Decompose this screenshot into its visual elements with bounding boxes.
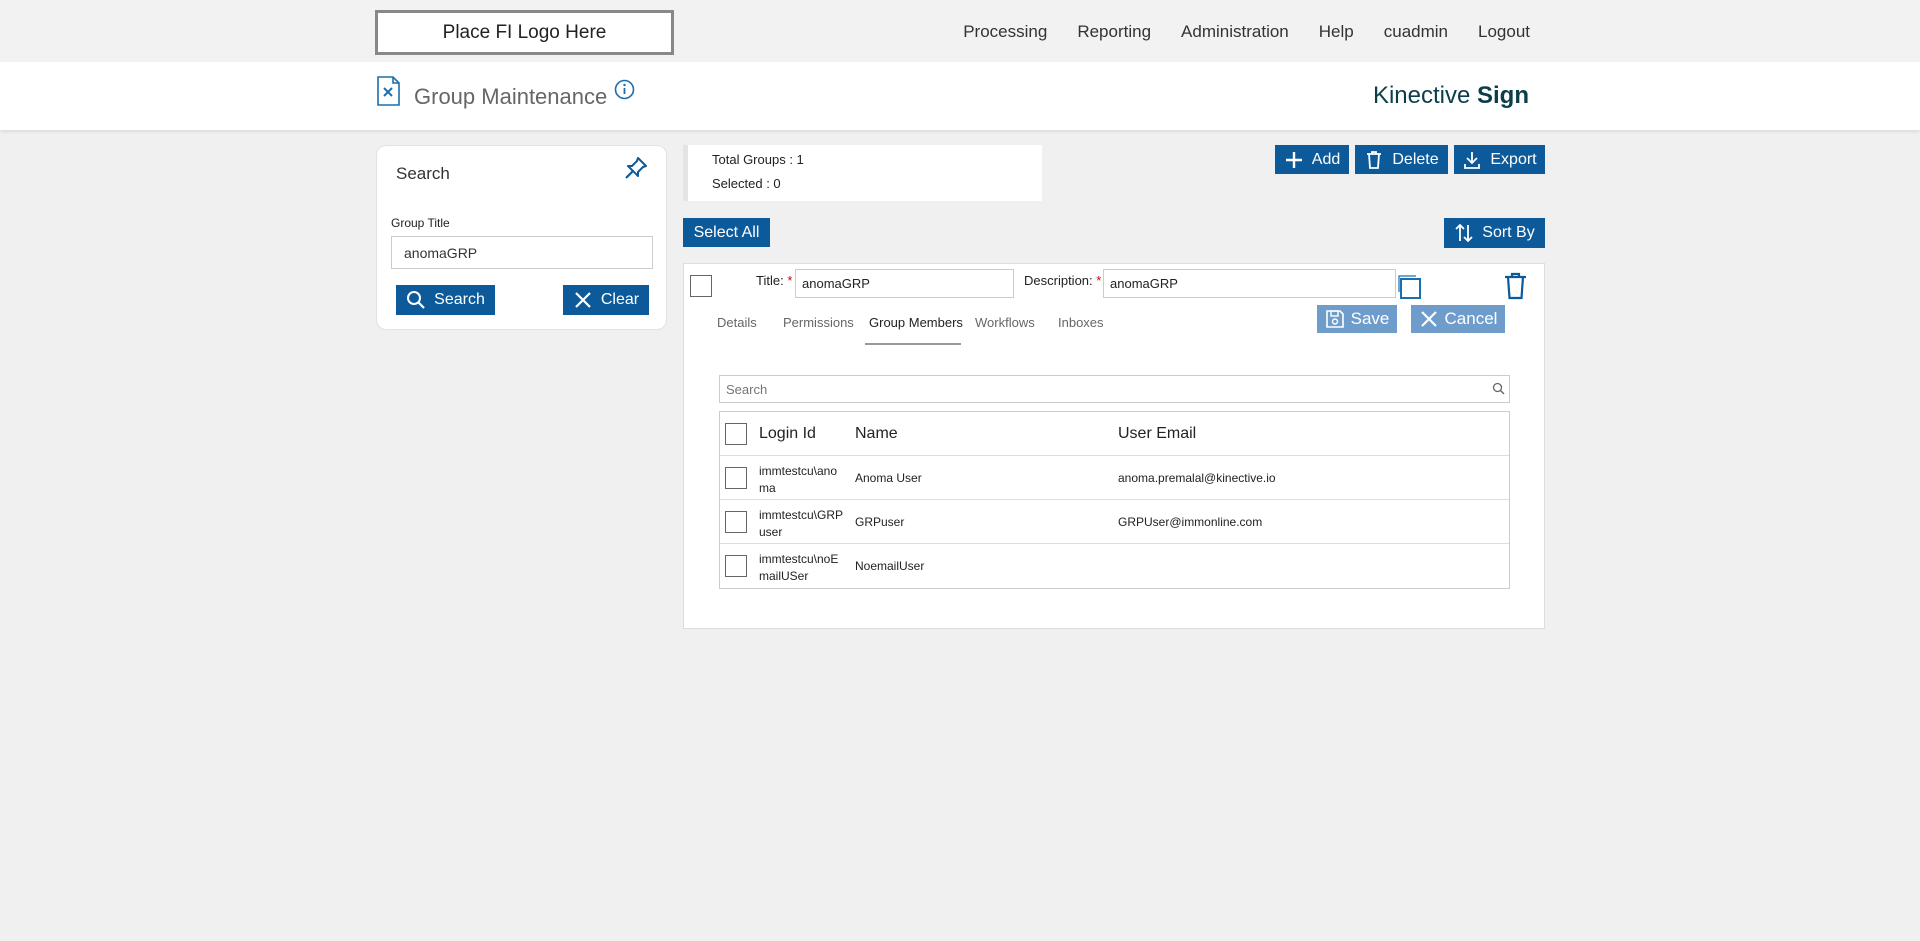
- sort-icon: [1455, 223, 1473, 243]
- select-all-members-checkbox[interactable]: [725, 423, 747, 445]
- title-required-mark: *: [787, 273, 793, 288]
- delete-button[interactable]: Delete: [1355, 145, 1448, 174]
- column-header-name[interactable]: Name: [855, 425, 898, 443]
- page-header: Group Maintenance Kinective Sign: [0, 62, 1920, 130]
- copy-icon[interactable]: [1396, 272, 1423, 299]
- sort-by-label: Sort By: [1482, 224, 1535, 241]
- tab-details[interactable]: Details: [717, 315, 757, 330]
- description-label: Description: *: [1024, 273, 1101, 288]
- row-checkbox[interactable]: [725, 511, 747, 533]
- main-nav: Processing Reporting Administration Help…: [933, 22, 1530, 42]
- save-icon: [1325, 310, 1344, 328]
- top-bar: Place FI Logo Here Processing Reporting …: [0, 0, 1920, 62]
- email-cell: GRPUser@immonline.com: [1118, 515, 1263, 529]
- email-cell: anoma.premalal@kinective.io: [1118, 471, 1276, 485]
- table-row[interactable]: immtestcu\GRPuser GRPuser GRPUser@immonl…: [720, 500, 1509, 544]
- nav-reporting[interactable]: Reporting: [1077, 22, 1151, 42]
- export-button[interactable]: Export: [1454, 145, 1545, 174]
- name-cell: GRPuser: [855, 515, 905, 529]
- member-search-input[interactable]: [719, 375, 1510, 403]
- nav-user[interactable]: cuadmin: [1384, 22, 1448, 42]
- brand-bold: Sign: [1477, 82, 1529, 109]
- login-id-cell: immtestcu\anoma: [759, 464, 838, 495]
- tab-inboxes[interactable]: Inboxes: [1058, 315, 1104, 330]
- title-input[interactable]: [795, 269, 1014, 298]
- login-id-cell: immtestcu\GRPuser: [759, 508, 844, 539]
- column-header-login[interactable]: Login Id: [759, 425, 816, 443]
- delete-button-label: Delete: [1392, 150, 1439, 168]
- select-all-label: Select All: [693, 223, 760, 241]
- clear-button[interactable]: Clear: [563, 285, 649, 315]
- active-tab-indicator: [865, 343, 961, 345]
- add-button[interactable]: Add: [1275, 145, 1349, 174]
- group-title-label: Group Title: [391, 216, 450, 230]
- nav-administration[interactable]: Administration: [1181, 22, 1289, 42]
- tab-group-members[interactable]: Group Members: [869, 315, 963, 330]
- group-select-checkbox[interactable]: [690, 275, 712, 297]
- search-button[interactable]: Search: [396, 285, 495, 315]
- search-icon: [407, 291, 425, 309]
- pin-icon[interactable]: [622, 154, 650, 182]
- summary-box: Total Groups : 1 Selected : 0: [683, 145, 1042, 201]
- close-icon: [1420, 311, 1437, 327]
- login-id-cell: immtestcu\noEmailUSer: [759, 552, 839, 583]
- save-button-label: Save: [1350, 309, 1390, 328]
- group-title-input[interactable]: [391, 236, 653, 269]
- table-row[interactable]: immtestcu\anoma Anoma User anoma.premala…: [720, 456, 1509, 500]
- plus-icon: [1285, 151, 1302, 168]
- logo-placeholder: Place FI Logo Here: [375, 10, 674, 55]
- search-button-label: Search: [434, 291, 485, 308]
- description-required-mark: *: [1096, 273, 1102, 288]
- page-title: Group Maintenance: [414, 84, 608, 109]
- search-panel: Search Group Title Search Clear: [376, 145, 667, 330]
- brand-logo: Kinective Sign: [1373, 82, 1529, 110]
- save-button[interactable]: Save: [1317, 305, 1397, 333]
- download-icon: [1464, 151, 1481, 169]
- group-card: Title: * Description: * Details Permissi…: [683, 263, 1545, 629]
- description-label-text: Description:: [1024, 273, 1093, 288]
- add-button-label: Add: [1311, 150, 1341, 168]
- total-groups-text: Total Groups : 1: [712, 152, 804, 167]
- trash-icon: [1367, 150, 1382, 169]
- select-all-button[interactable]: Select All: [683, 218, 770, 247]
- name-cell: NoemailUser: [855, 559, 925, 573]
- table-header-row: Login Id Name User Email: [720, 412, 1509, 456]
- row-checkbox[interactable]: [725, 467, 747, 489]
- clear-button-label: Clear: [600, 291, 640, 308]
- group-document-icon: [377, 76, 400, 106]
- search-icon[interactable]: [1492, 382, 1505, 395]
- info-icon[interactable]: [614, 79, 635, 100]
- column-header-email[interactable]: User Email: [1118, 425, 1196, 443]
- selected-count-text: Selected : 0: [712, 176, 781, 191]
- close-icon: [575, 292, 591, 308]
- brand-light: Kinective: [1372, 82, 1471, 109]
- trash-icon[interactable]: [1503, 272, 1528, 300]
- nav-help[interactable]: Help: [1319, 22, 1354, 42]
- cancel-button[interactable]: Cancel: [1411, 305, 1505, 333]
- members-table: Login Id Name User Email immtestcu\anoma…: [719, 411, 1510, 589]
- row-checkbox[interactable]: [725, 555, 747, 577]
- tab-workflows[interactable]: Workflows: [975, 315, 1035, 330]
- nav-logout[interactable]: Logout: [1478, 22, 1530, 42]
- search-panel-title: Search: [396, 164, 450, 183]
- sort-by-button[interactable]: Sort By: [1444, 218, 1545, 248]
- nav-processing[interactable]: Processing: [963, 22, 1047, 42]
- description-input[interactable]: [1103, 269, 1396, 298]
- title-label: Title: *: [756, 273, 792, 288]
- export-button-label: Export: [1490, 150, 1537, 168]
- name-cell: Anoma User: [855, 471, 922, 485]
- table-row[interactable]: immtestcu\noEmailUSer NoemailUser: [720, 544, 1509, 588]
- title-label-text: Title:: [756, 273, 784, 288]
- tab-permissions[interactable]: Permissions: [783, 315, 854, 330]
- cancel-button-label: Cancel: [1444, 309, 1498, 328]
